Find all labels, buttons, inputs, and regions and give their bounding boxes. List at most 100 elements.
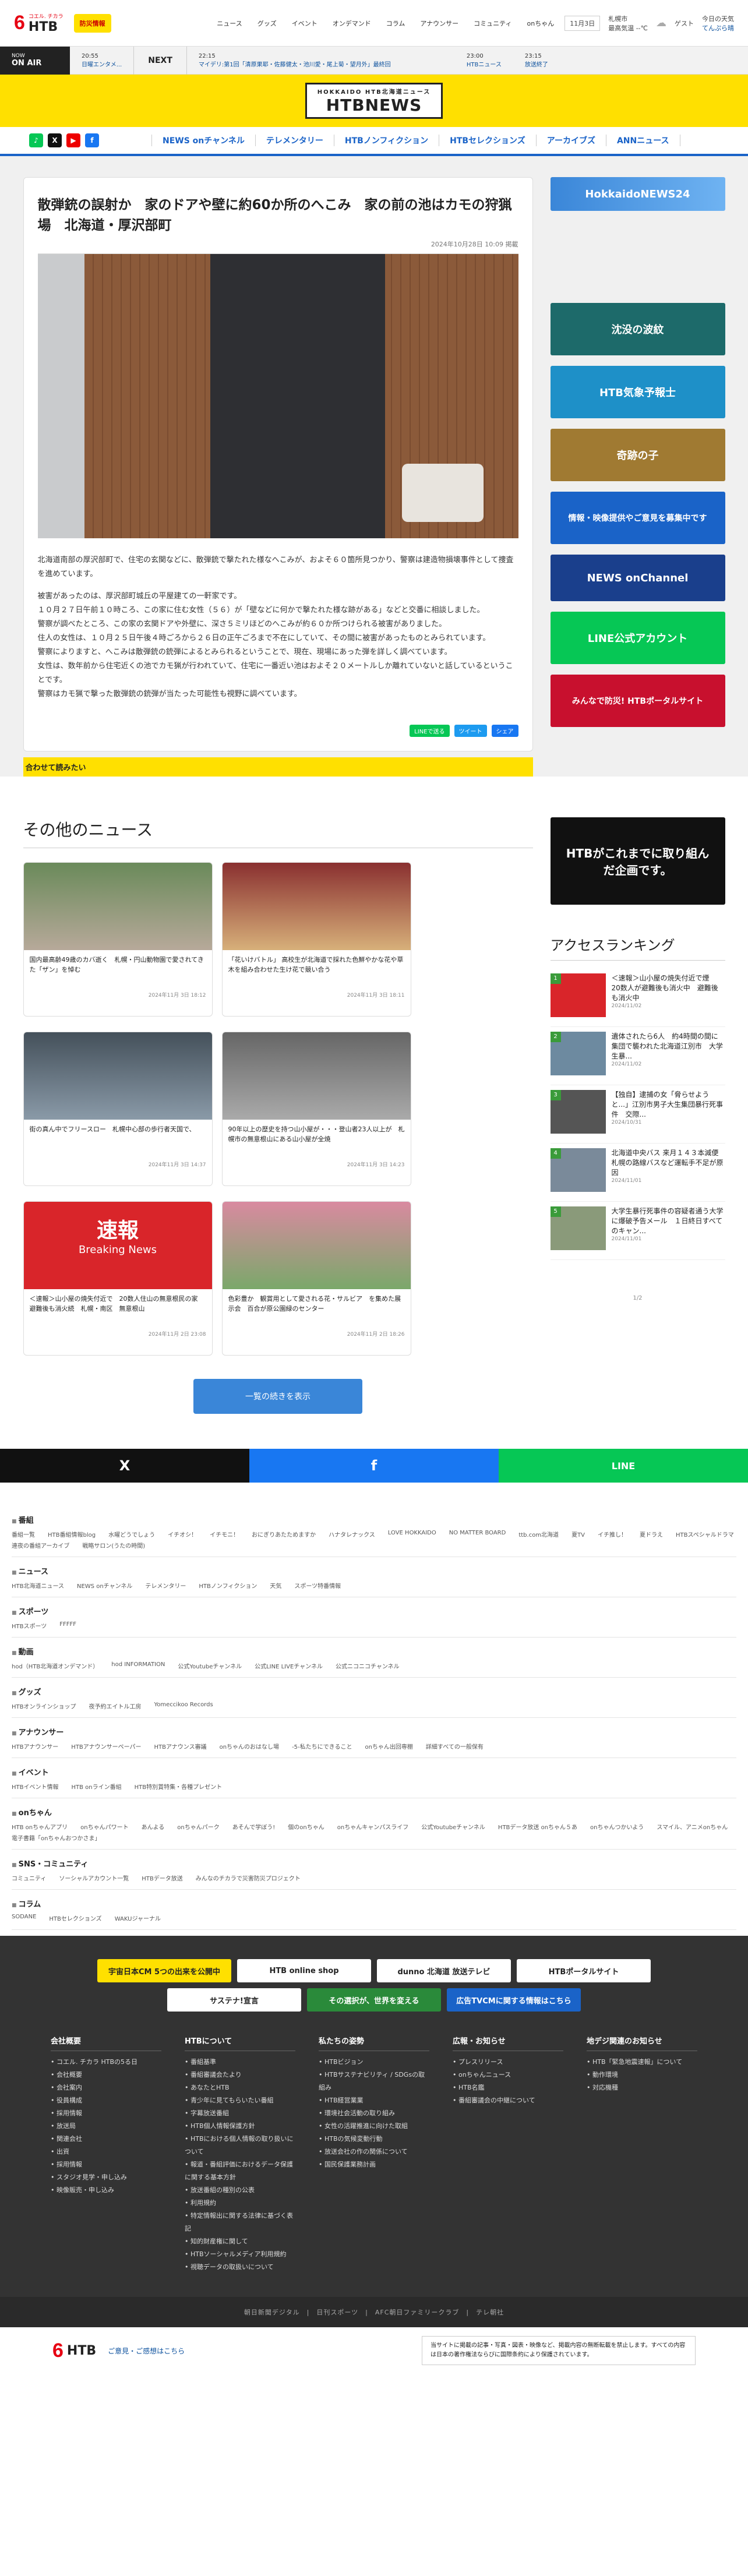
footer-link[interactable]: 放送会社の作の関係について	[319, 2146, 429, 2158]
news-card[interactable]: 国内最高齢49歳のカバ逝く 札幌・円山動物園で愛されてきた「ザン」を悼む 2024…	[23, 862, 213, 1017]
sitemap-link[interactable]: hod INFORMATION	[111, 1661, 165, 1670]
sitemap-link[interactable]: あんよる	[142, 1822, 165, 1831]
nav-ann[interactable]: ANNニュース	[605, 135, 680, 146]
sitemap-link[interactable]: 公式Youtubeチャンネル	[421, 1822, 485, 1831]
footer-link[interactable]: 知的財産権に関して	[185, 2235, 295, 2248]
sitemap-link[interactable]: ソーシャルアカウント一覧	[59, 1873, 129, 1882]
sitemap-link[interactable]: 戦略サロン(うたの時間)	[82, 1541, 145, 1550]
sitemap-link[interactable]: onちゃんパーク	[177, 1822, 219, 1831]
footer-link[interactable]: 出資	[51, 2146, 161, 2158]
tiktok-icon[interactable]: ♪	[29, 133, 43, 147]
footer-link[interactable]: 字幕放送番組	[185, 2107, 295, 2120]
footer-link[interactable]: HTB経営業業	[319, 2094, 429, 2107]
ranking-item[interactable]: 1 ＜速報＞山小屋の焼失付近で煙 20数人が避難後も消火中 避難後も消火中 2024…	[550, 969, 725, 1027]
sitemap-link[interactable]: イチ推し！	[598, 1530, 627, 1538]
footer-link[interactable]: 動作環境	[587, 2069, 697, 2081]
footer-banner[interactable]: 宇宙日本CM 5つの出来を公開中	[97, 1959, 231, 1982]
ranking-item[interactable]: 2 遺体されたら6人 約4時間の間に集団で襲われた北海道江別市 大学生暴... 20…	[550, 1027, 725, 1085]
footer-link[interactable]: 採用情報	[51, 2158, 161, 2171]
footer-link[interactable]: 利用規約	[185, 2197, 295, 2210]
line-share-button[interactable]: LINEで送る	[410, 725, 450, 737]
sitemap-link[interactable]: HTBアナウンサーペーパー	[71, 1742, 141, 1751]
sitemap-link[interactable]: 連夜の番組アーカイブ	[12, 1541, 69, 1550]
share-facebook-button[interactable]: f	[249, 1449, 499, 1483]
htb-logo[interactable]: 6 コエル. チカラ HTB	[14, 12, 63, 34]
sitemap-link[interactable]: onちゃんのおはなし場	[220, 1742, 279, 1751]
sitemap-link[interactable]: 公式ニコニコチャンネル	[336, 1661, 400, 1670]
sitemap-link[interactable]: HTBアナウンス審議	[154, 1742, 207, 1751]
sitemap-link[interactable]: HTBデータ放送	[142, 1873, 183, 1882]
news-card[interactable]: 「花いけバトル」 高校生が北海道で採れた色鮮やかな花や草木を組み合わせた生け花で…	[221, 862, 411, 1017]
ranking-item[interactable]: 3 【独自】逮捕の女「脅らせようと...」江別市男子大生集団暴行死事件 交際...…	[550, 1085, 725, 1144]
sitemap-link[interactable]: 夜予約エイトル工房	[89, 1702, 142, 1710]
contact-link[interactable]: ご意見・ご感想はこちら	[108, 2346, 185, 2356]
footer-link[interactable]: HTBの気候変動行動	[319, 2133, 429, 2146]
topnav-ondemand[interactable]: オンデマンド	[333, 19, 371, 28]
footer-link[interactable]: HTB個人情報保護方針	[185, 2120, 295, 2133]
footer-link[interactable]: 青少年に見てもらいたい番組	[185, 2094, 295, 2107]
banner-kisho[interactable]: HTB気象予報士	[550, 366, 725, 418]
sitemap-link[interactable]: NEWS onチャンネル	[77, 1581, 132, 1590]
more-news-button[interactable]: 一覧の続きを表示	[193, 1379, 362, 1414]
sitemap-heading[interactable]: 番組	[12, 1514, 736, 1525]
sitemap-link[interactable]: みんなのチカラで災害防災プロジェクト	[196, 1873, 301, 1882]
sitemap-heading[interactable]: グッズ	[12, 1686, 736, 1697]
footer-link[interactable]: 番組審議会の中継について	[453, 2094, 563, 2107]
footer-link[interactable]: 特定情報出に関する法律に基づく表記	[185, 2210, 295, 2235]
sitemap-link[interactable]: HTB北海道ニュース	[12, 1581, 64, 1590]
topnav-onchan[interactable]: onちゃん	[527, 19, 555, 28]
sitemap-link[interactable]: onちゃんつかいよう	[590, 1822, 644, 1831]
footer-link[interactable]: HTBソーシャルメディア利用規約	[185, 2248, 295, 2261]
nav-selections[interactable]: HTBセレクションズ	[439, 135, 536, 146]
sitemap-link[interactable]: 公式Youtubeチャンネル	[178, 1661, 242, 1670]
share-line-button[interactable]: LINE	[499, 1449, 748, 1483]
footer-link[interactable]: 会社案内	[51, 2081, 161, 2094]
footer-link[interactable]: onちゃんニュース	[453, 2069, 563, 2081]
sitemap-link[interactable]: HTBオンラインショップ	[12, 1702, 76, 1710]
sitemap-link[interactable]: FFFFF	[59, 1621, 76, 1630]
ranking-pager[interactable]: 1/2	[551, 1295, 725, 1301]
sitemap-link[interactable]: HTB番組情報blog	[48, 1530, 96, 1538]
htb-news-logo[interactable]: HOKKAIDO HTB北海道ニュース HTBNEWS	[305, 83, 443, 119]
sitemap-link[interactable]: onちゃんパワート	[80, 1822, 128, 1831]
facebook-icon[interactable]: f	[85, 133, 99, 147]
nav-news-on[interactable]: NEWS onチャンネル	[151, 135, 255, 146]
banner-info[interactable]: 情報・映像提供やご意見を募集中です	[550, 492, 725, 544]
news-card[interactable]: 街の真ん中でフリースロー 札幌中心部の歩行者天国で、 2024年11月 3日 14…	[23, 1032, 213, 1186]
sitemap-link[interactable]: 水曜どうでしょう	[108, 1530, 155, 1538]
sitemap-link[interactable]: 夏ドラえ	[640, 1530, 663, 1538]
sitemap-link[interactable]: 天気	[270, 1581, 281, 1590]
sitemap-heading[interactable]: スポーツ	[12, 1605, 736, 1617]
sitemap-heading[interactable]: onちゃん	[12, 1806, 736, 1818]
sitemap-link[interactable]: コミュニティ	[12, 1873, 46, 1882]
sitemap-heading[interactable]: コラム	[12, 1898, 736, 1909]
footer-link[interactable]: 採用情報	[51, 2107, 161, 2120]
footer-link[interactable]: HTBビジョン	[319, 2056, 429, 2069]
next-program-3[interactable]: 23:15 放送終了	[513, 52, 560, 69]
sitemap-link[interactable]: NO MATTER BOARD	[449, 1530, 506, 1538]
sitemap-link[interactable]: HTB特別賞特集・各種プレゼント	[135, 1782, 223, 1791]
topnav-news[interactable]: ニュース	[217, 19, 242, 28]
footer-link[interactable]: 関連会社	[51, 2133, 161, 2146]
footer-link[interactable]: 映像販売・申し込み	[51, 2184, 161, 2197]
topnav-goods[interactable]: グッズ	[257, 19, 277, 28]
banner-news24[interactable]: HokkaidoNEWS24	[550, 177, 725, 211]
sitemap-heading[interactable]: アナウンサー	[12, 1726, 736, 1737]
footer-link[interactable]: 会社概要	[51, 2069, 161, 2081]
sitemap-link[interactable]: HTBデータ放送 onちゃん５あ	[498, 1822, 577, 1831]
footer-banner[interactable]: その選択が、世界を変える	[307, 1988, 441, 2012]
banner-chinbotsu[interactable]: 沈没の波紋	[550, 303, 725, 355]
banner-projects[interactable]: HTBがこれまでに取り組んだ企画です。	[550, 817, 725, 905]
news-card[interactable]: 速報 Breaking News ＜速報＞山小屋の焼失付近で 20数人住山の無意根民…	[23, 1201, 213, 1356]
footer-link[interactable]: あなたとHTB	[185, 2081, 295, 2094]
footer-link[interactable]: 報道・番組評価におけるデータ保護に関する基本方針	[185, 2158, 295, 2184]
sitemap-heading[interactable]: 動画	[12, 1646, 736, 1657]
footer-link[interactable]: 役員構成	[51, 2094, 161, 2107]
fb-share-button[interactable]: シェア	[491, 725, 518, 737]
x-icon[interactable]: X	[48, 133, 62, 147]
sitemap-link[interactable]: SODANE	[12, 1914, 36, 1922]
sitemap-link[interactable]: WAKUジャーナル	[115, 1914, 161, 1922]
sitemap-link[interactable]: イチモニ！	[210, 1530, 239, 1538]
nav-nonfiction[interactable]: HTBノンフィクション	[333, 135, 439, 146]
footer-link[interactable]: HTBサステナビリティ / SDGsの取組み	[319, 2069, 429, 2094]
